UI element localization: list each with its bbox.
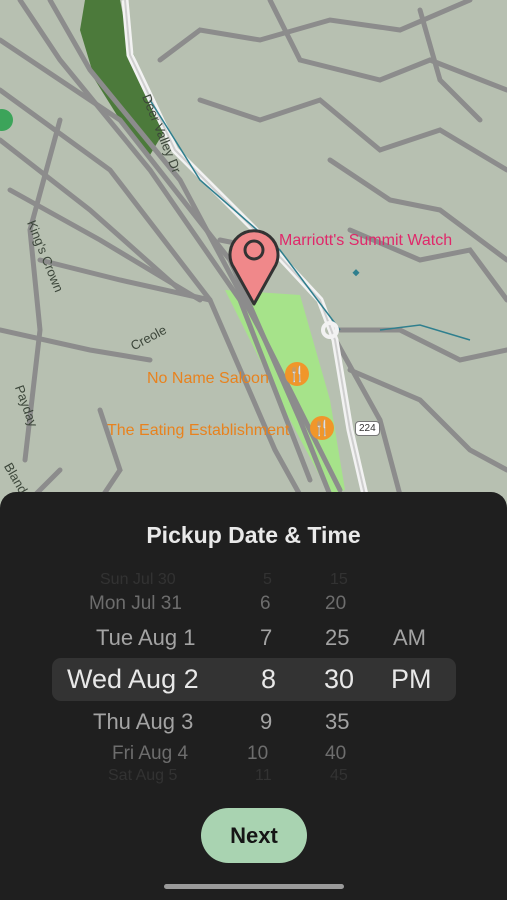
home-indicator: [164, 884, 344, 889]
picker-hour-option[interactable]: 11: [255, 767, 272, 785]
picker-hour-option[interactable]: 9: [260, 709, 272, 735]
picker-minute-option[interactable]: 45: [330, 767, 348, 785]
picker-hour-option[interactable]: 7: [260, 625, 272, 651]
picker-date-option[interactable]: Mon Jul 31: [89, 593, 182, 615]
picker-date-option[interactable]: Tue Aug 1: [96, 625, 195, 651]
picker-minute-option[interactable]: 35: [325, 709, 349, 735]
picker-minute-option[interactable]: 40: [325, 743, 346, 765]
pickup-sheet: Pickup Date & Time Sun Jul 30 Mon Jul 31…: [0, 492, 507, 900]
picker-hour-option[interactable]: 5: [263, 571, 272, 589]
picker-date-selected[interactable]: Wed Aug 2: [67, 664, 199, 695]
picker-period-selected[interactable]: PM: [391, 664, 432, 695]
picker-date-option[interactable]: Fri Aug 4: [112, 743, 188, 765]
picker-hour-option[interactable]: 6: [260, 593, 271, 615]
next-button[interactable]: Next: [201, 808, 307, 863]
picker-minute-option[interactable]: 15: [330, 571, 348, 589]
location-pin-icon[interactable]: [226, 222, 282, 308]
picker-minute-option[interactable]: 20: [325, 593, 346, 615]
picker-period-option[interactable]: AM: [393, 625, 426, 651]
poi-the-eating-establishment[interactable]: The Eating Establishment: [107, 422, 289, 440]
picker-date-option[interactable]: Thu Aug 3: [93, 709, 193, 735]
fork-knife-icon[interactable]: 🍴: [310, 416, 334, 440]
map-view[interactable]: Deer Valley Dr King's Crown Creole Payda…: [0, 0, 507, 520]
picker-hour-selected[interactable]: 8: [261, 664, 276, 695]
date-time-picker[interactable]: Sun Jul 30 Mon Jul 31 Tue Aug 1 Wed Aug …: [0, 567, 507, 785]
picker-date-option[interactable]: Sat Aug 5: [108, 767, 177, 785]
fork-knife-icon[interactable]: 🍴: [285, 362, 309, 386]
picker-minute-selected[interactable]: 30: [324, 664, 354, 695]
poi-marriotts-summit-watch[interactable]: Marriott's Summit Watch: [279, 232, 452, 250]
picker-hour-option[interactable]: 10: [247, 743, 268, 765]
highway-badge: 224: [355, 421, 380, 436]
sheet-title: Pickup Date & Time: [146, 522, 361, 548]
picker-minute-option[interactable]: 25: [325, 625, 349, 651]
picker-date-option[interactable]: Sun Jul 30: [100, 571, 176, 589]
poi-no-name-saloon[interactable]: No Name Saloon: [147, 370, 269, 388]
